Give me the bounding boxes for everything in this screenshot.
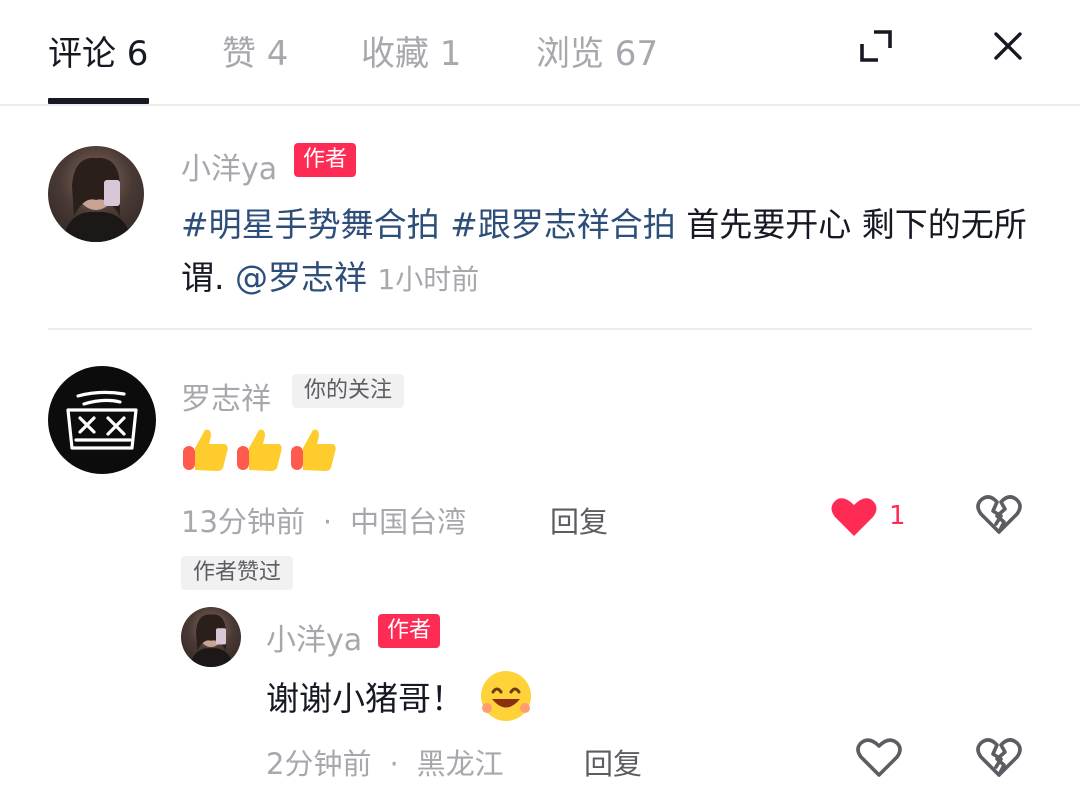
reply-text: 谢谢小猪哥！ [266, 679, 464, 718]
reply-location: 黑龙江 [416, 747, 504, 781]
like-heart-outline-icon[interactable] [855, 735, 903, 779]
post-time: 1小时前 [377, 263, 480, 296]
like-heart-filled-icon[interactable] [830, 494, 878, 538]
author-liked-tag: 作者赞过 [181, 556, 294, 590]
author-tag: 作者 [378, 614, 441, 648]
divider [48, 328, 1032, 330]
author-name[interactable]: 小洋ya [181, 144, 277, 188]
expand-icon[interactable] [856, 26, 896, 66]
reply-button[interactable]: 回复 [550, 499, 608, 541]
reply-meta: 2分钟前 · 黑龙江 [266, 741, 504, 783]
post-caption: #明星手势舞合拍 #跟罗志祥合拍 首先要开心 剩下的无所谓. @罗志祥 1小时前 [181, 198, 1041, 306]
tab-favorites[interactable]: 收藏 1 [361, 26, 461, 75]
close-icon[interactable] [988, 26, 1028, 66]
meta-separator: · [389, 747, 399, 781]
grinning-face-icon [481, 671, 531, 721]
following-tag: 你的关注 [292, 374, 405, 408]
reply-time: 2分钟前 [266, 747, 372, 781]
dislike-broken-heart-icon[interactable] [975, 492, 1023, 536]
tab-views[interactable]: 浏览 67 [536, 26, 658, 75]
tab-comments[interactable]: 评论 6 [48, 26, 148, 75]
dislike-broken-heart-icon[interactable] [975, 735, 1023, 779]
commenter-name[interactable]: 罗志祥 [181, 374, 271, 418]
like-count: 1 [889, 501, 906, 531]
meta-separator: · [322, 505, 333, 539]
comment-location: 中国台湾 [350, 505, 467, 539]
comment-meta: 13分钟前 · 中国台湾 [181, 499, 466, 541]
profile-photo [189, 614, 234, 667]
thumbs-up-icon [237, 429, 282, 471]
reply-author-name[interactable]: 小洋ya [266, 615, 362, 659]
reply-button[interactable]: 回复 [584, 741, 642, 783]
hashtag-link[interactable]: #跟罗志祥合拍 [450, 205, 676, 244]
comment-time: 13分钟前 [181, 505, 305, 539]
thumbs-up-icon [291, 429, 336, 471]
thumbs-up-icon [183, 429, 228, 471]
tab-likes[interactable]: 赞 4 [222, 26, 288, 75]
comment-panel-header: 评论 6 赞 4 收藏 1 浏览 67 [0, 0, 1080, 106]
comment-body [181, 424, 339, 474]
profile-photo [62, 157, 132, 242]
hashtag-link[interactable]: #明星手势舞合拍 [181, 205, 440, 244]
reply-body: 谢谢小猪哥！ [266, 668, 534, 724]
avatar[interactable] [181, 607, 241, 667]
mention-link[interactable]: @罗志祥 [235, 258, 367, 297]
author-tag: 作者 [294, 143, 357, 177]
avatar[interactable] [48, 366, 156, 474]
avatar[interactable] [48, 146, 144, 242]
active-tab-indicator [48, 98, 149, 104]
logo-avatar-icon [66, 390, 138, 450]
